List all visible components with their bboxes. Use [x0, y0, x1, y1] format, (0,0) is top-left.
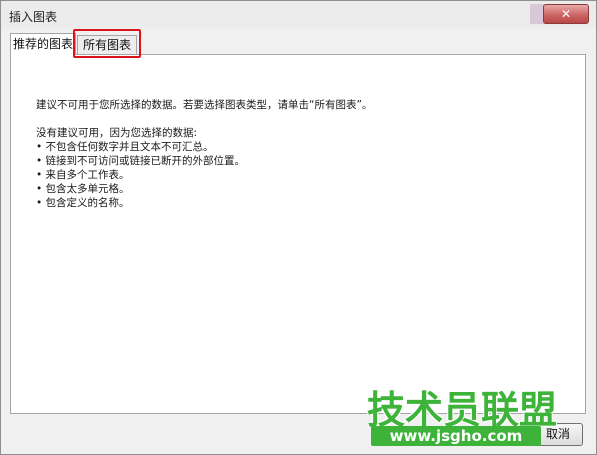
dialog-title: 插入图表	[9, 10, 58, 24]
insert-chart-dialog: 插入图表 ✕ 推荐的图表 所有图表 建议不可用于您所选择的数据。若要选择图表类型…	[0, 0, 597, 455]
reason-item: • 包含定义的名称。	[36, 197, 130, 209]
recommended-charts-panel: 建议不可用于您所选择的数据。若要选择图表类型，请单击“所有图表”。 没有建议可用…	[10, 54, 586, 414]
no-recommendation-hint: 建议不可用于您所选择的数据。若要选择图表类型，请单击“所有图表”。	[36, 99, 373, 111]
reason-heading: 没有建议可用，因为您选择的数据:	[36, 127, 198, 139]
reason-item: • 包含太多单元格。	[36, 183, 130, 195]
watermark-url: www.jsgho.com	[371, 426, 541, 446]
title-bar: 插入图表 ✕	[1, 1, 596, 28]
tab-highlight-box	[73, 29, 141, 58]
tab-recommended-charts[interactable]: 推荐的图表	[10, 33, 76, 55]
reason-item: • 不包含任何数字并且文本不可汇总。	[36, 141, 214, 153]
reason-item: • 链接到不可访问或链接已断开的外部位置。	[36, 155, 246, 167]
reason-item: • 来自多个工作表。	[36, 169, 130, 181]
close-button[interactable]: ✕	[543, 4, 589, 24]
site-watermark: 技术员联盟 www.jsgho.com	[361, 379, 561, 449]
close-icon: ✕	[560, 7, 572, 21]
